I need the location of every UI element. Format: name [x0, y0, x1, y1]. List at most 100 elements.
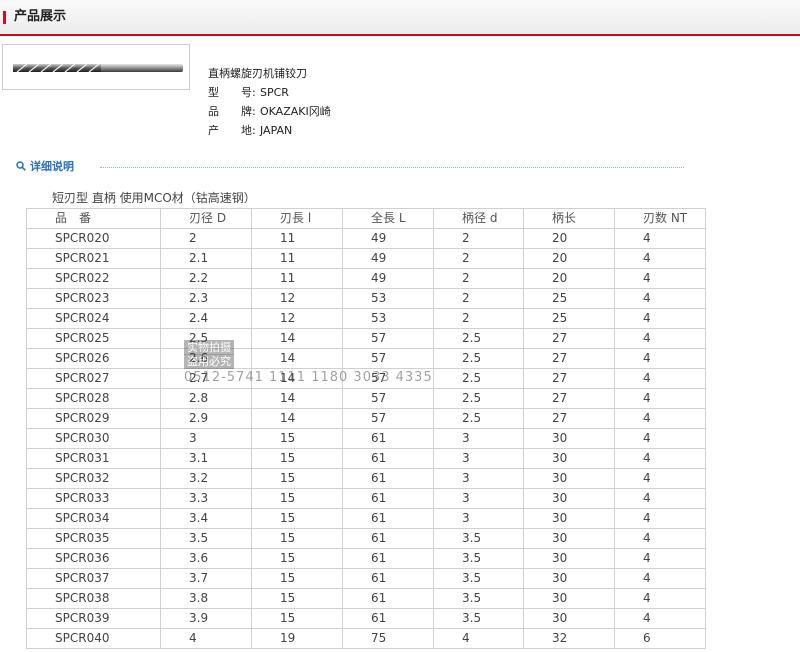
- table-cell: 4: [614, 248, 706, 269]
- table-cell: 4: [614, 548, 706, 569]
- column-header: 品 番: [26, 208, 161, 229]
- table-row: SPCR025 2.5 14 57 2.5 27 4: [26, 328, 706, 349]
- table-cell: 2.5: [433, 328, 524, 349]
- table-cell: 30: [523, 548, 615, 569]
- table-row: SPCR029 2.9 14 57 2.5 27 4: [26, 408, 706, 429]
- table-cell: 3: [433, 508, 524, 529]
- table-cell: 4: [614, 408, 706, 429]
- table-cell: 61: [342, 488, 434, 509]
- table-row: SPCR030 3 15 61 3 30 4: [26, 428, 706, 449]
- table-cell: 30: [523, 468, 615, 489]
- table-cell: 15: [251, 488, 343, 509]
- table-cell: 61: [342, 568, 434, 589]
- table-cell: 27: [523, 388, 615, 409]
- table-cell: 53: [342, 308, 434, 329]
- table-cell: 3.1: [160, 448, 252, 469]
- table-cell: 2.5: [433, 388, 524, 409]
- detail-section-header: 详细说明: [16, 158, 684, 176]
- magnifier-icon: [16, 161, 26, 171]
- table-row: SPCR035 3.5 15 61 3.5 30 4: [26, 528, 706, 549]
- table-cell: 3.5: [433, 528, 524, 549]
- table-cell: 3.5: [433, 608, 524, 629]
- table-cell: 4: [433, 628, 524, 649]
- table-cell: 20: [523, 268, 615, 289]
- table-cell: 61: [342, 448, 434, 469]
- table-cell: 15: [251, 588, 343, 609]
- table-cell: 30: [523, 488, 615, 509]
- table-cell: 30: [523, 568, 615, 589]
- table-row: SPCR020 2 11 49 2 20 4: [26, 228, 706, 249]
- column-header: 全長 L: [342, 208, 434, 229]
- table-cell: 32: [523, 628, 615, 649]
- table-cell: 19: [251, 628, 343, 649]
- table-row: SPCR022 2.2 11 49 2 20 4: [26, 268, 706, 289]
- table-cell: 2.9: [160, 408, 252, 429]
- table-row: SPCR027 2.7 14 57 2.5 27 4: [26, 368, 706, 389]
- table-cell: 3.5: [433, 588, 524, 609]
- table-cell: 49: [342, 248, 434, 269]
- table-cell: 3.8: [160, 588, 252, 609]
- table-cell: 30: [523, 508, 615, 529]
- table-row: SPCR024 2.4 12 53 2 25 4: [26, 308, 706, 329]
- table-cell: 15: [251, 468, 343, 489]
- table-cell: 25: [523, 288, 615, 309]
- table-cell: SPCR034: [26, 508, 161, 529]
- model-value: SPCR: [260, 86, 289, 99]
- spec-table: 品 番刃径 D 刃長 l 全長 L 柄径 d 柄长 刃数 NT SPCR020 2 11 49 2…: [26, 208, 706, 649]
- table-row: SPCR034 3.4 15 61 3 30 4: [26, 508, 706, 529]
- page-title: 产品展示: [14, 9, 67, 24]
- brand-label: 品 牌:: [208, 105, 256, 118]
- product-origin-row: 产 地: JAPAN: [208, 121, 331, 140]
- table-cell: 2.5: [433, 368, 524, 389]
- table-cell: 4: [614, 448, 706, 469]
- origin-value: JAPAN: [260, 124, 293, 137]
- table-cell: 61: [342, 428, 434, 449]
- table-cell: 27: [523, 328, 615, 349]
- table-cell: 3.5: [160, 528, 252, 549]
- table-cell: 3: [433, 468, 524, 489]
- table-cell: 15: [251, 448, 343, 469]
- table-header-row: 品 番刃径 D 刃長 l 全長 L 柄径 d 柄长 刃数 NT: [26, 208, 706, 229]
- table-cell: 11: [251, 248, 343, 269]
- table-cell: 2.1: [160, 248, 252, 269]
- table-cell: 49: [342, 228, 434, 249]
- table-cell: 11: [251, 268, 343, 289]
- table-cell: 11: [251, 228, 343, 249]
- table-row: SPCR028 2.8 14 57 2.5 27 4: [26, 388, 706, 409]
- table-cell: 57: [342, 388, 434, 409]
- table-cell: 2: [160, 228, 252, 249]
- table-cell: 3.6: [160, 548, 252, 569]
- table-cell: 2.5: [160, 328, 252, 349]
- table-row: SPCR031 3.1 15 61 3 30 4: [26, 448, 706, 469]
- table-cell: SPCR020: [26, 228, 161, 249]
- table-cell: 14: [251, 388, 343, 409]
- table-cell: 4: [614, 468, 706, 489]
- table-cell: 6: [614, 628, 706, 649]
- table-cell: 3.9: [160, 608, 252, 629]
- table-cell: 49: [342, 268, 434, 289]
- table-cell: 30: [523, 428, 615, 449]
- table-cell: 14: [251, 328, 343, 349]
- table-cell: 4: [614, 428, 706, 449]
- table-cell: 2.7: [160, 368, 252, 389]
- table-cell: 14: [251, 348, 343, 369]
- table-cell: SPCR035: [26, 528, 161, 549]
- table-cell: 2.6: [160, 348, 252, 369]
- table-cell: 2: [433, 288, 524, 309]
- table-cell: 27: [523, 408, 615, 429]
- table-row: SPCR037 3.7 15 61 3.5 30 4: [26, 568, 706, 589]
- model-label: 型 号:: [208, 86, 256, 99]
- table-cell: 2.5: [433, 348, 524, 369]
- table-cell: SPCR025: [26, 328, 161, 349]
- table-cell: 4: [614, 488, 706, 509]
- table-cell: 61: [342, 588, 434, 609]
- table-cell: 4: [614, 348, 706, 369]
- column-header: 刃数 NT: [614, 208, 706, 229]
- table-cell: 20: [523, 228, 615, 249]
- product-thumbnail[interactable]: [2, 44, 190, 90]
- table-cell: 3.5: [433, 548, 524, 569]
- product-info: 直柄螺旋刃机铺铰刀 型 号: SPCR 品 牌: OKAZAKI冈崎 产 地: JAP…: [208, 64, 331, 140]
- column-header: 柄长: [523, 208, 615, 229]
- table-cell: SPCR021: [26, 248, 161, 269]
- table-cell: 3.2: [160, 468, 252, 489]
